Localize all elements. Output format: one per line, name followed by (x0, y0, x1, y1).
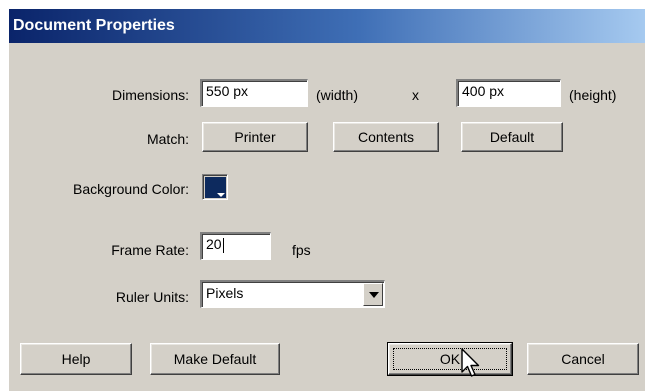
ruler-units-dropdown-button[interactable] (363, 283, 383, 306)
dialog-title: Document Properties (9, 9, 645, 43)
frame-rate-unit: fps (292, 242, 311, 258)
text-caret (222, 237, 224, 253)
width-unit-label: (width) (316, 87, 359, 103)
dimension-separator: x (412, 87, 419, 103)
match-default-button[interactable]: Default (461, 122, 563, 152)
make-default-button[interactable]: Make Default (150, 343, 280, 375)
mouse-pointer-icon (461, 348, 480, 377)
height-unit-label: (height) (569, 87, 617, 103)
frame-rate-value: 20 (206, 236, 222, 252)
chevron-down-icon (217, 193, 225, 197)
ruler-units-select[interactable]: Pixels (200, 280, 385, 308)
ruler-units-label: Ruler Units: (115, 289, 189, 305)
match-label: Match: (146, 131, 189, 147)
match-contents-button[interactable]: Contents (333, 122, 439, 152)
document-properties-dialog: Document Properties Dimensions: 550 px (… (8, 8, 645, 391)
match-printer-button[interactable]: Printer (202, 122, 308, 152)
frame-rate-input[interactable]: 20 (200, 232, 271, 260)
ruler-units-value: Pixels (206, 285, 244, 301)
help-button[interactable]: Help (20, 343, 132, 375)
background-color-label: Background Color: (73, 181, 189, 197)
focus-rectangle (393, 348, 507, 370)
cancel-button[interactable]: Cancel (527, 343, 639, 375)
height-input[interactable]: 400 px (456, 79, 561, 107)
width-input[interactable]: 550 px (200, 79, 308, 107)
frame-rate-label: Frame Rate: (111, 242, 189, 258)
ok-button[interactable]: OK (387, 342, 513, 376)
dimensions-label: Dimensions: (111, 87, 189, 103)
chevron-down-icon (369, 292, 379, 298)
background-color-swatch[interactable] (202, 174, 228, 200)
